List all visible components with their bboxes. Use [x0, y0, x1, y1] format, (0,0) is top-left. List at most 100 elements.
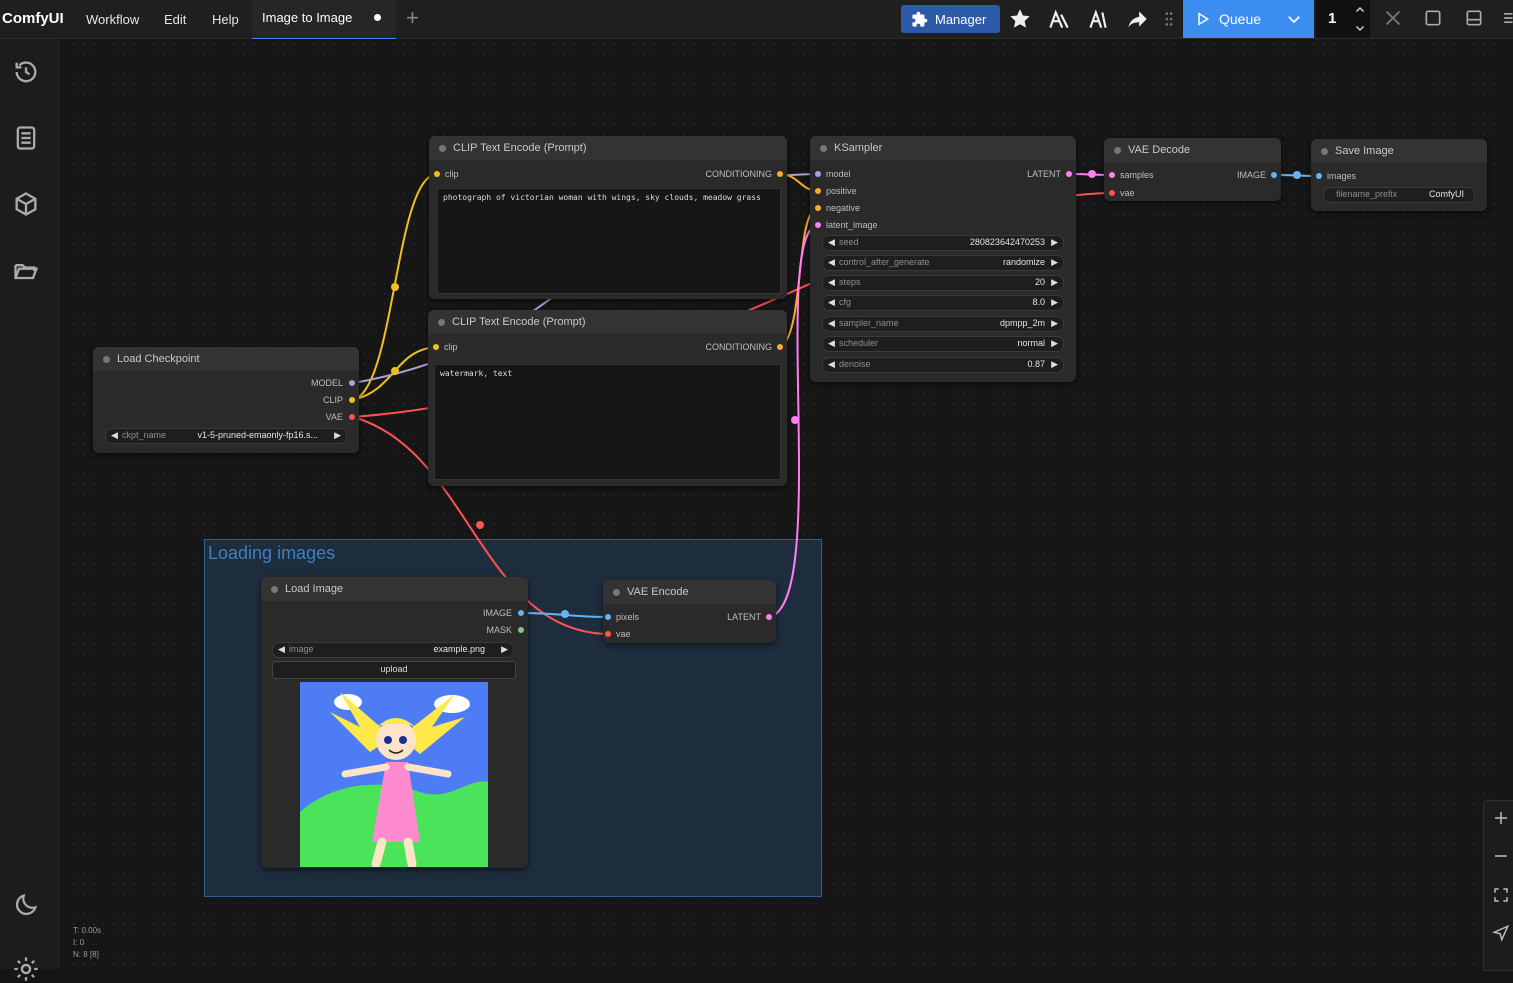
- locate-icon[interactable]: [1492, 924, 1510, 942]
- cube-icon[interactable]: [12, 190, 40, 218]
- image-combo[interactable]: ◀ image example.png ▶: [272, 642, 514, 658]
- moon-icon[interactable]: [12, 891, 40, 919]
- prompt-textarea[interactable]: photograph of victorian woman with wings…: [437, 188, 781, 294]
- menu-workflow[interactable]: Workflow: [86, 12, 139, 27]
- menu-help[interactable]: Help: [212, 12, 239, 27]
- collapse-dot-icon[interactable]: [820, 145, 827, 152]
- close-icon[interactable]: [1382, 7, 1404, 29]
- seed-widget[interactable]: ◀ seed 280823642470253 ▶: [822, 235, 1064, 251]
- control-after-generate-widget[interactable]: ◀ control_after_generate randomize ▶: [822, 255, 1064, 271]
- drag-handle-icon[interactable]: [1162, 6, 1176, 32]
- input-images-port[interactable]: [1316, 173, 1322, 179]
- input-latent-image-port[interactable]: [815, 222, 821, 228]
- node-vae-encode[interactable]: VAE Encode pixels vae LATENT: [603, 580, 776, 643]
- input-clip-port[interactable]: [433, 344, 439, 350]
- node-load-image[interactable]: Load Image IMAGE MASK ◀ image example.pn…: [261, 577, 528, 868]
- output-model-port[interactable]: [349, 380, 355, 386]
- output-latent-port[interactable]: [1066, 171, 1072, 177]
- zoom-in-icon[interactable]: [1492, 809, 1510, 827]
- arrow-left-icon[interactable]: ◀: [828, 297, 835, 308]
- gear-icon[interactable]: [12, 955, 40, 983]
- zoom-out-icon[interactable]: [1492, 847, 1510, 865]
- node-title-bar[interactable]: CLIP Text Encode (Prompt): [428, 310, 787, 334]
- scheduler-widget[interactable]: ◀ scheduler normal ▶: [822, 336, 1064, 352]
- node-title-bar[interactable]: Save Image: [1311, 139, 1487, 163]
- output-conditioning-port[interactable]: [777, 344, 783, 350]
- arrow-left-icon[interactable]: ◀: [828, 359, 835, 370]
- input-positive-port[interactable]: [815, 188, 821, 194]
- arrow-right-icon[interactable]: ▶: [1051, 237, 1058, 248]
- arrow-right-icon[interactable]: ▶: [1051, 318, 1058, 329]
- arrow-left-icon[interactable]: ◀: [828, 318, 835, 329]
- node-title-bar[interactable]: VAE Encode: [603, 580, 776, 604]
- output-image-port[interactable]: [1271, 172, 1277, 178]
- output-clip-port[interactable]: [349, 397, 355, 403]
- arrow-right-icon[interactable]: ▶: [1051, 297, 1058, 308]
- chevron-down-icon[interactable]: [1285, 10, 1303, 28]
- manager-button[interactable]: Manager: [901, 5, 1000, 33]
- node-library-icon[interactable]: [1046, 6, 1072, 32]
- collapse-dot-icon[interactable]: [439, 145, 446, 152]
- filename-prefix-widget[interactable]: filename_prefix ComfyUI: [1323, 187, 1475, 203]
- history-icon[interactable]: [12, 58, 40, 86]
- node-title-bar[interactable]: Load Checkpoint: [93, 347, 359, 371]
- collapse-dot-icon[interactable]: [1114, 147, 1121, 154]
- node-title-bar[interactable]: Load Image: [261, 577, 528, 601]
- collapse-dot-icon[interactable]: [103, 356, 110, 363]
- more-menu-icon[interactable]: [1502, 8, 1513, 28]
- queue-button[interactable]: Queue: [1183, 0, 1314, 38]
- collapse-dot-icon[interactable]: [438, 319, 445, 326]
- node-title-bar[interactable]: VAE Decode: [1104, 138, 1281, 162]
- model-library-icon[interactable]: [1085, 6, 1111, 32]
- node-clip-text-encode-positive[interactable]: CLIP Text Encode (Prompt) clip CONDITION…: [429, 136, 787, 299]
- arrow-left-icon[interactable]: ◀: [828, 257, 835, 268]
- node-title-bar[interactable]: CLIP Text Encode (Prompt): [429, 136, 787, 160]
- arrow-right-icon[interactable]: ▶: [1051, 257, 1058, 268]
- cfg-widget[interactable]: ◀ cfg 8.0 ▶: [822, 295, 1064, 311]
- queue-list-icon[interactable]: [12, 124, 40, 152]
- output-latent-port[interactable]: [766, 614, 772, 620]
- input-vae-port[interactable]: [1109, 190, 1115, 196]
- node-vae-decode[interactable]: VAE Decode samples vae IMAGE: [1104, 138, 1281, 201]
- share-icon[interactable]: [1124, 6, 1150, 32]
- arrow-left-icon[interactable]: ◀: [111, 430, 118, 441]
- input-negative-port[interactable]: [815, 205, 821, 211]
- collapse-dot-icon[interactable]: [1321, 148, 1328, 155]
- arrow-right-icon[interactable]: ▶: [334, 430, 341, 441]
- arrow-right-icon[interactable]: ▶: [1051, 338, 1058, 349]
- node-load-checkpoint[interactable]: Load Checkpoint MODEL CLIP VAE ◀ ckpt_na…: [93, 347, 359, 453]
- output-mask-port[interactable]: [518, 627, 524, 633]
- arrow-left-icon[interactable]: ◀: [828, 338, 835, 349]
- arrow-right-icon[interactable]: ▶: [501, 644, 508, 655]
- collapse-dot-icon[interactable]: [271, 586, 278, 593]
- arrow-left-icon[interactable]: ◀: [828, 237, 835, 248]
- node-clip-text-encode-negative[interactable]: CLIP Text Encode (Prompt) clip CONDITION…: [428, 310, 787, 486]
- sampler-name-widget[interactable]: ◀ sampler_name dpmpp_2m ▶: [822, 316, 1064, 332]
- fit-view-icon[interactable]: [1492, 886, 1510, 904]
- menu-edit[interactable]: Edit: [164, 12, 186, 27]
- folder-open-icon[interactable]: [12, 257, 40, 285]
- arrow-left-icon[interactable]: ◀: [828, 277, 835, 288]
- collapse-dot-icon[interactable]: [613, 589, 620, 596]
- arrow-right-icon[interactable]: ▶: [1051, 359, 1058, 370]
- input-vae-port[interactable]: [605, 631, 611, 637]
- output-conditioning-port[interactable]: [777, 171, 783, 177]
- input-model-port[interactable]: [815, 171, 821, 177]
- ckpt-name-combo[interactable]: ◀ ckpt_name v1-5-pruned-emaonly-fp16.s..…: [105, 428, 347, 444]
- chevron-down-small-icon[interactable]: [1354, 22, 1366, 34]
- node-title-bar[interactable]: KSampler: [810, 136, 1076, 160]
- chevron-up-icon[interactable]: [1354, 4, 1366, 16]
- output-vae-port[interactable]: [349, 414, 355, 420]
- new-tab-icon[interactable]: +: [406, 5, 419, 31]
- output-image-port[interactable]: [518, 610, 524, 616]
- bottom-panel-icon[interactable]: [1464, 8, 1484, 28]
- denoise-widget[interactable]: ◀ denoise 0.87 ▶: [822, 357, 1064, 373]
- node-save-image[interactable]: Save Image images filename_prefix ComfyU…: [1311, 139, 1487, 211]
- arrow-right-icon[interactable]: ▶: [1051, 277, 1058, 288]
- focus-mode-icon[interactable]: [1423, 8, 1443, 28]
- steps-widget[interactable]: ◀ steps 20 ▶: [822, 275, 1064, 291]
- tab-workflow[interactable]: Image to Image: [252, 0, 396, 40]
- star-icon[interactable]: [1007, 6, 1033, 32]
- prompt-textarea[interactable]: watermark, text: [434, 364, 781, 480]
- arrow-left-icon[interactable]: ◀: [278, 644, 285, 655]
